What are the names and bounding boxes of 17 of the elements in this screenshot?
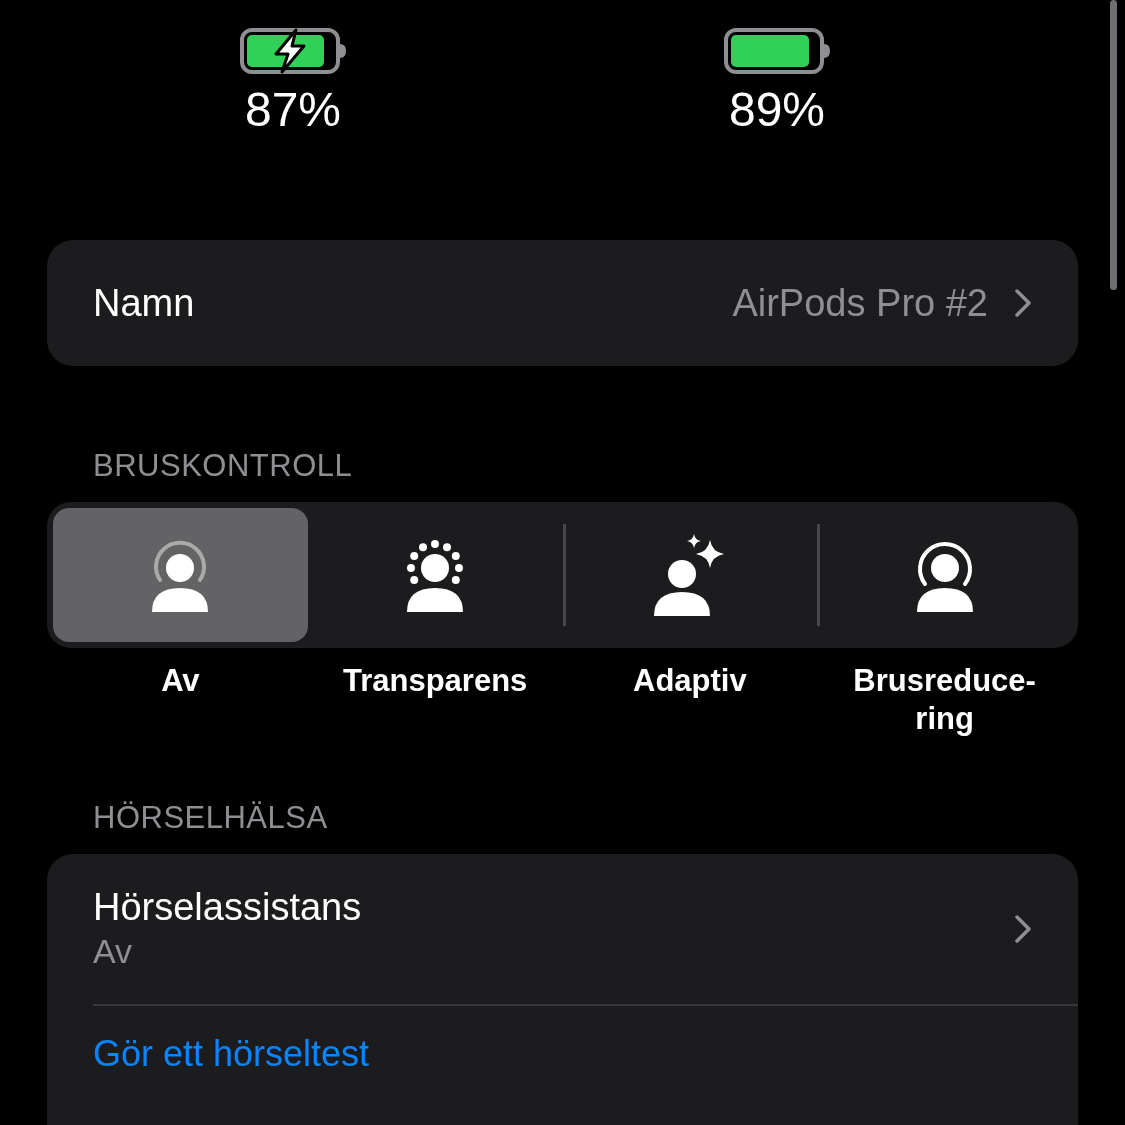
row-subtitle: Av	[93, 931, 134, 972]
chevron-icon	[1014, 288, 1032, 318]
name-label: Namn	[93, 281, 196, 325]
hearing-test-link[interactable]: Gör ett hörseltest	[93, 1032, 370, 1076]
section-header: HÖRSELHÄLSA	[92, 800, 329, 837]
name-row[interactable]: Namn AirPods Pro #2	[47, 240, 1078, 366]
noise-mode-label: Adaptiv	[633, 662, 747, 700]
noise-mode-label: Brusreduce- ring	[853, 662, 1036, 738]
chevron-icon	[1014, 914, 1032, 944]
row-title: Hörselassistans	[93, 885, 363, 929]
name-value: AirPods Pro #2	[732, 281, 988, 325]
battery-percentage: 89%	[728, 82, 826, 138]
noise-mode-label: Av	[161, 662, 200, 700]
noise-mode-label: Transparens	[342, 662, 528, 700]
hearing-assistance-row[interactable]: Hörselassistans Av	[93, 854, 1078, 1004]
battery-percentage: 87%	[244, 82, 342, 138]
section-header: BRUSKONTROLL	[92, 448, 354, 485]
